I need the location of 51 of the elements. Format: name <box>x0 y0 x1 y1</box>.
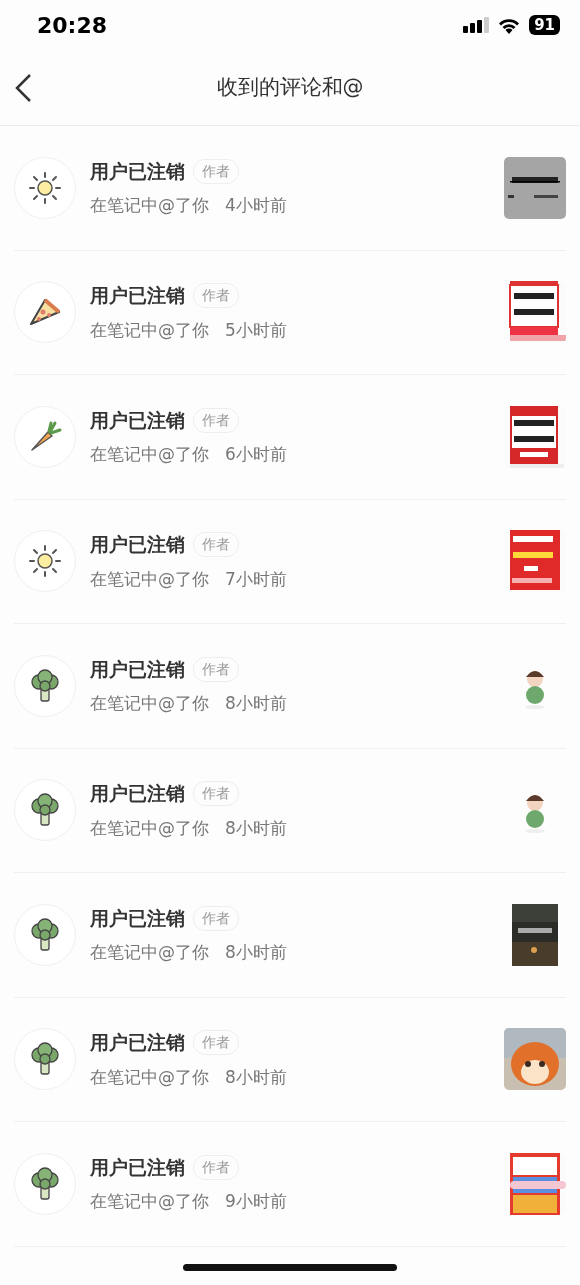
sun-icon <box>28 544 62 579</box>
author-tag: 作者 <box>193 905 239 931</box>
pizza-icon <box>28 297 62 328</box>
author-tag: 作者 <box>193 1030 239 1055</box>
username[interactable]: 用户已注销 <box>90 1152 185 1182</box>
timestamp: 8小时前 <box>225 941 287 965</box>
mention-text: 在笔记中@了你 <box>90 816 209 840</box>
mention-text: 在笔记中@了你 <box>90 1190 209 1214</box>
timestamp: 6小时前 <box>225 443 287 467</box>
mention-text: 在笔记中@了你 <box>90 941 209 965</box>
timestamp: 8小时前 <box>225 692 287 716</box>
sun-icon <box>28 170 62 205</box>
author-tag: 作者 <box>193 1154 239 1180</box>
username[interactable]: 用户已注销 <box>90 779 185 808</box>
author-tag: 作者 <box>193 781 239 806</box>
mention-text: 在笔记中@了你 <box>90 194 209 218</box>
username[interactable]: 用户已注销 <box>90 530 185 559</box>
mention-text: 在笔记中@了你 <box>90 1065 209 1089</box>
author-tag: 作者 <box>193 532 239 557</box>
page-title: 收到的评论和@ <box>216 73 364 101</box>
mention-text: 在笔记中@了你 <box>90 318 209 342</box>
username[interactable]: 用户已注销 <box>90 1028 185 1057</box>
timestamp: 9小时前 <box>225 1190 287 1214</box>
back-icon[interactable] <box>14 72 34 103</box>
status-time: 20:28 <box>37 11 108 40</box>
username[interactable]: 用户已注销 <box>90 654 185 684</box>
author-tag: 作者 <box>193 656 239 682</box>
mention-text: 在笔记中@了你 <box>90 443 209 467</box>
signal-icon <box>463 17 490 33</box>
mention-text: 在笔记中@了你 <box>90 567 209 591</box>
broccoli-icon <box>29 1166 61 1201</box>
author-tag: 作者 <box>193 407 239 433</box>
timestamp: 8小时前 <box>225 1065 287 1089</box>
username[interactable]: 用户已注销 <box>90 405 185 435</box>
broccoli-icon <box>29 668 61 703</box>
author-tag: 作者 <box>193 158 239 184</box>
broccoli-icon <box>29 793 61 828</box>
timestamp: 5小时前 <box>225 318 287 342</box>
username[interactable]: 用户已注销 <box>90 281 185 310</box>
battery-indicator: 91 <box>529 15 560 35</box>
timestamp: 8小时前 <box>225 816 287 840</box>
carrot-icon <box>28 419 62 454</box>
mention-text: 在笔记中@了你 <box>90 692 209 716</box>
broccoli-icon <box>29 1042 61 1077</box>
author-tag: 作者 <box>193 283 239 308</box>
broccoli-icon <box>29 917 61 952</box>
username[interactable]: 用户已注销 <box>90 156 185 186</box>
wifi-icon <box>497 16 522 34</box>
timestamp: 7小时前 <box>225 567 287 591</box>
timestamp: 4小时前 <box>225 194 287 218</box>
username[interactable]: 用户已注销 <box>90 903 185 933</box>
